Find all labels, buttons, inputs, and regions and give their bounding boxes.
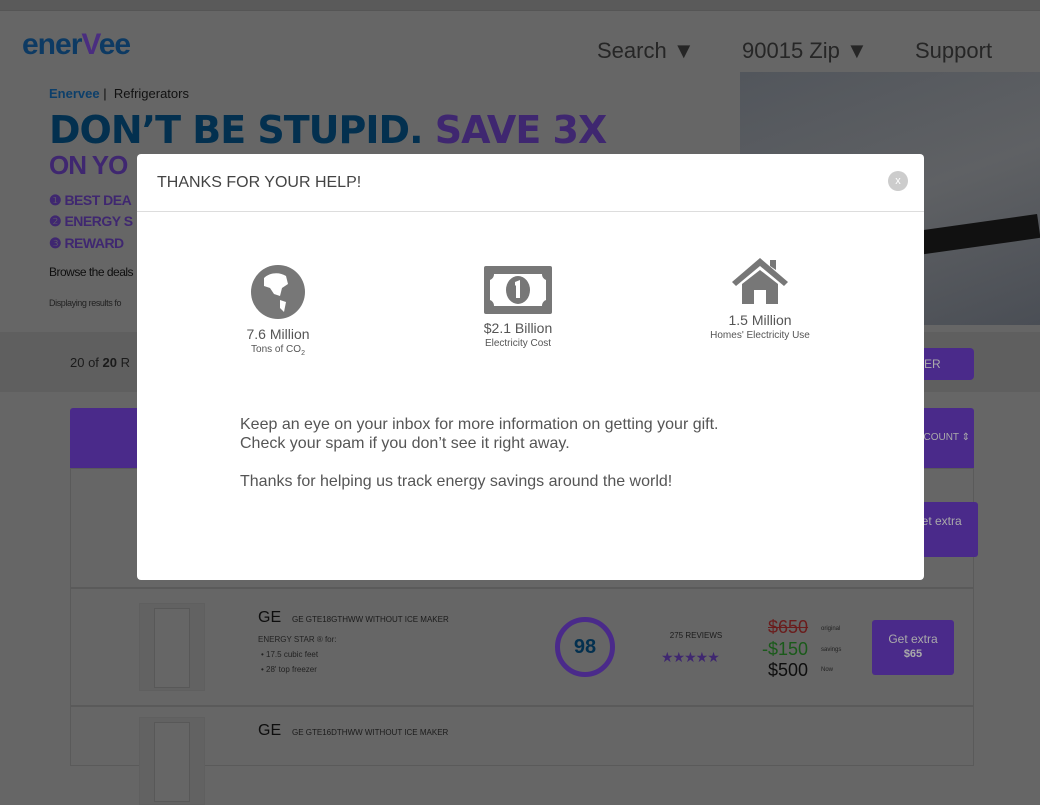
enervee-logo[interactable]: enerVee xyxy=(22,28,131,62)
top-bar xyxy=(0,0,1040,11)
globe-icon xyxy=(251,265,305,319)
product-model[interactable]: GE GTE16DTHWW WITHOUT ICE MAKER xyxy=(292,728,448,737)
now-label: Now xyxy=(821,667,834,673)
stat-value: 1.5 Million xyxy=(728,312,792,328)
product-brand: GE xyxy=(258,722,282,739)
thanks-message: Thanks for helping us track energy savin… xyxy=(240,473,673,490)
modal-header: THANKS FOR YOUR HELP! x xyxy=(137,154,924,212)
filter-button-label: ER xyxy=(924,357,941,371)
headline-part-b: SAVE 3X xyxy=(434,108,608,152)
product-model[interactable]: GE GTE18GTHWW WITHOUT ICE MAKER xyxy=(292,615,449,624)
breadcrumb-separator: | xyxy=(103,86,107,101)
modal-title: THANKS FOR YOUR HELP! xyxy=(157,174,362,191)
star-rating: ★★★★★ xyxy=(661,649,720,665)
displaying-text: Displaying results fo xyxy=(49,298,122,308)
spam-message: Check your spam if you don’t see it righ… xyxy=(240,435,570,452)
breadcrumb-current: Refrigerators xyxy=(113,86,189,101)
enervee-score: 98 xyxy=(555,617,615,677)
stat-cost: $2.1 Billion Electricity Cost xyxy=(438,266,598,349)
breadcrumb: Enervee | Refrigerators xyxy=(49,86,189,101)
stat-label: Homes' Electricity Use xyxy=(710,330,810,341)
stat-co2: 7.6 Million Tons of CO2 xyxy=(198,264,358,357)
product-image[interactable] xyxy=(139,717,205,805)
reviews-count[interactable]: 275 REVIEWS xyxy=(666,631,726,640)
product-brand: GE xyxy=(258,609,282,626)
energy-star-label: ENERGY STAR ® for: xyxy=(258,635,337,644)
close-button[interactable]: x xyxy=(888,171,908,191)
stat-value: 7.6 Million xyxy=(246,326,310,342)
nav-search[interactable]: Search ▼ xyxy=(597,38,695,64)
house-icon xyxy=(732,258,788,304)
browse-text: Browse the deals xyxy=(49,265,134,279)
original-price: $650 xyxy=(768,617,809,637)
hero-subhead: ON YO xyxy=(49,150,128,180)
dollar-bill-icon xyxy=(484,266,552,314)
get-extra-button[interactable]: Get extra $65 xyxy=(872,620,954,675)
table-row: GE GE GTE16DTHWW WITHOUT ICE MAKER xyxy=(70,706,974,805)
now-price: $500 xyxy=(768,660,809,680)
sort-discount[interactable]: COUNT ⇕ xyxy=(923,432,970,443)
headline-part-a: DON’T BE STUPID. xyxy=(49,108,423,152)
hero-bullet: ❷ ENERGY S xyxy=(49,213,133,229)
product-image[interactable] xyxy=(139,603,205,691)
results-count: 20 of 20 R xyxy=(70,355,130,370)
hero-headline: DON’T BE STUPID. SAVE 3X xyxy=(49,108,608,152)
breadcrumb-home[interactable]: Enervee xyxy=(49,86,100,101)
table-row: GE GE GTE18GTHWW WITHOUT ICE MAKER ENERG… xyxy=(70,588,974,706)
stat-homes: 1.5 Million Homes' Electricity Use xyxy=(680,258,840,341)
nav-zip[interactable]: 90015 Zip ▼ xyxy=(742,38,868,64)
feature: • 28' top freezer xyxy=(261,665,317,674)
stat-value: $2.1 Billion xyxy=(483,320,553,336)
savings-label: savings xyxy=(821,647,842,653)
stat-label: Electricity Cost xyxy=(484,338,552,349)
stat-label: Tons of CO2 xyxy=(251,344,305,357)
feature: • 17.5 cubic feet xyxy=(261,650,319,659)
hero-bullet: ❸ REWARD xyxy=(49,235,124,251)
hero-bullet: ❶ BEST DEA xyxy=(49,192,132,208)
thanks-modal: THANKS FOR YOUR HELP! x 7.6 Million Tons… xyxy=(137,154,924,580)
savings-amount: -$150 xyxy=(762,639,809,659)
nav-support[interactable]: Support xyxy=(915,38,992,64)
original-label: original xyxy=(821,626,841,632)
inbox-message: Keep an eye on your inbox for more infor… xyxy=(240,416,719,433)
